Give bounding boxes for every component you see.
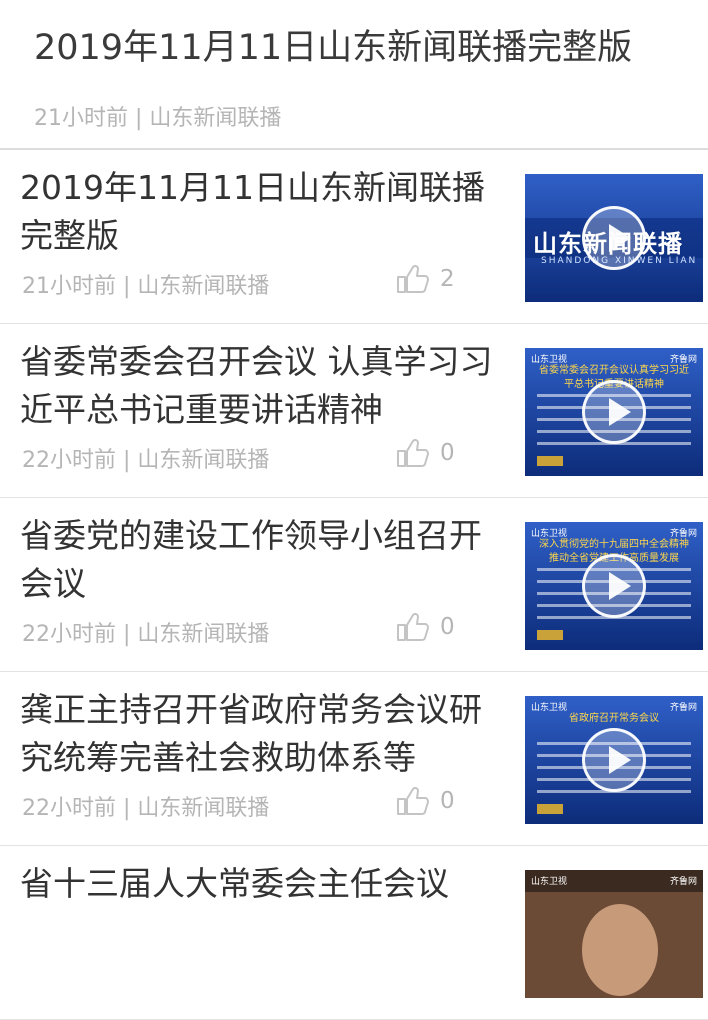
- thumbs-up-icon: [396, 438, 430, 468]
- news-item-source: 山东新闻联播: [137, 796, 270, 821]
- thumb-corner-tag: [537, 630, 563, 640]
- news-list-item[interactable]: 2019年11月11日山东新闻联播完整版 21小时前 | 山东新闻联播 2 山东新闻联…: [0, 150, 708, 324]
- news-item-time: 22小时前: [22, 796, 116, 821]
- news-item-title[interactable]: 省委党的建设工作领导小组召开会议: [20, 512, 498, 608]
- thumb-caption: 省政府召开常务会议: [569, 713, 659, 724]
- like-button[interactable]: 0: [396, 438, 455, 468]
- news-list-item[interactable]: 省委常委会召开会议 认真学习习近平总书记重要讲话精神 22小时前 | 山东新闻联播…: [0, 324, 708, 498]
- like-count: 0: [440, 440, 455, 466]
- news-item-title[interactable]: 龚正主持召开省政府常务会议研究统筹完善社会救助体系等: [20, 686, 498, 782]
- like-button[interactable]: 0: [396, 786, 455, 816]
- like-button[interactable]: 2: [396, 264, 455, 294]
- video-thumbnail[interactable]: 山东卫视 齐鲁网 深入贯彻党的十九届四中全会精神推动全省党建工作高质量发展: [525, 522, 703, 650]
- news-item-source: 山东新闻联播: [137, 448, 270, 473]
- thumbs-up-icon: [396, 612, 430, 642]
- play-icon[interactable]: [582, 206, 646, 270]
- news-item-time: 22小时前: [22, 448, 116, 473]
- like-count: 2: [440, 266, 455, 292]
- related-news-list: 2019年11月11日山东新闻联播完整版 21小时前 | 山东新闻联播 2 山东新闻联…: [0, 150, 708, 1020]
- news-item-title[interactable]: 省十三届人大常委会主任会议: [20, 860, 498, 908]
- video-thumbnail[interactable]: 山东卫视 齐鲁网 省委常委会召开会议认真学习习近平总书记重要讲话精神: [525, 348, 703, 476]
- news-item-meta: 22小时前 | 山东新闻联播: [22, 790, 269, 822]
- news-item-time: 21小时前: [22, 274, 116, 299]
- news-item-title[interactable]: 省委常委会召开会议 认真学习习近平总书记重要讲话精神: [20, 338, 498, 434]
- play-icon[interactable]: [582, 554, 646, 618]
- video-thumbnail[interactable]: 山东卫视 齐鲁网 省政府召开常务会议: [525, 696, 703, 824]
- meta-separator: |: [123, 796, 131, 821]
- news-item-meta: 22小时前 | 山东新闻联播: [22, 442, 269, 474]
- news-item-meta: 22小时前 | 山东新闻联播: [22, 616, 269, 648]
- thumb-channel-logo: 山东卫视: [531, 877, 568, 887]
- news-list-item[interactable]: 龚正主持召开省政府常务会议研究统筹完善社会救助体系等 22小时前 | 山东新闻联播…: [0, 672, 708, 846]
- thumb-corner-tag: [537, 456, 563, 466]
- thumbs-up-icon: [396, 786, 430, 816]
- article-meta: 21小时前 | 山东新闻联播: [34, 106, 282, 131]
- video-thumbnail[interactable]: 山东新闻联播 SHANDONG XINWEN LIAN BO: [525, 174, 703, 302]
- play-icon[interactable]: [582, 728, 646, 792]
- news-item-meta: 21小时前 | 山东新闻联播: [22, 268, 269, 300]
- news-list-item[interactable]: 省十三届人大常委会主任会议 山东卫视 齐鲁网: [0, 846, 708, 1020]
- article-header: 2019年11月11日山东新闻联播完整版 21小时前 | 山东新闻联播: [0, 0, 708, 150]
- news-item-source: 山东新闻联播: [137, 622, 270, 647]
- news-item-time: 22小时前: [22, 622, 116, 647]
- like-count: 0: [440, 614, 455, 640]
- meta-separator: |: [123, 622, 131, 647]
- meta-separator: |: [123, 274, 131, 299]
- video-thumbnail[interactable]: 山东卫视 齐鲁网: [525, 870, 703, 998]
- thumb-corner-tag: [537, 804, 563, 814]
- meta-separator: |: [123, 448, 131, 473]
- thumb-site-badge: 齐鲁网: [669, 877, 697, 887]
- thumbnail-background: [525, 870, 703, 998]
- news-list-item[interactable]: 省委党的建设工作领导小组召开会议 22小时前 | 山东新闻联播 0 山东卫视 齐鲁网 深入…: [0, 498, 708, 672]
- news-item-title[interactable]: 2019年11月11日山东新闻联播完整版: [20, 164, 498, 260]
- article-title: 2019年11月11日山东新闻联播完整版: [34, 28, 633, 68]
- play-icon[interactable]: [582, 380, 646, 444]
- like-button[interactable]: 0: [396, 612, 455, 642]
- news-item-source: 山东新闻联播: [137, 274, 270, 299]
- thumbs-up-icon: [396, 264, 430, 294]
- like-count: 0: [440, 788, 455, 814]
